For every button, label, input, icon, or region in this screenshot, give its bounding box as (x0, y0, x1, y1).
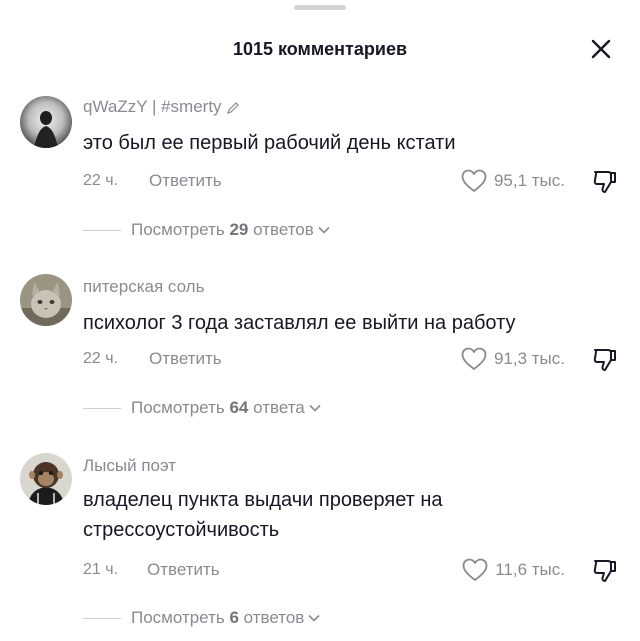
reply-button[interactable]: Ответить (149, 168, 222, 194)
comment-time: 21 ч. (83, 561, 119, 578)
comments-count: 1015 (232, 39, 273, 59)
heart-icon (461, 347, 487, 370)
comment-time: 22 ч. (83, 350, 119, 367)
comment-username[interactable]: питерская соль (83, 276, 204, 298)
view-replies-button[interactable]: Посмотреть 29 ответов (83, 218, 330, 242)
replies-divider (83, 229, 121, 231)
comment-text: владелец пункта выдачи проверяет на стре… (83, 489, 443, 541)
view-replies-button[interactable]: Посмотреть 64 ответа (83, 396, 321, 420)
replies-divider (83, 617, 121, 619)
like-count: 11,6 тыс. (495, 560, 565, 579)
dislike-button[interactable] (591, 346, 619, 374)
close-button[interactable] (588, 36, 614, 62)
comment-actions: 22 ч. Ответить 91,3 тыс. (83, 346, 623, 372)
heart-icon (462, 558, 488, 581)
dislike-icon (593, 349, 616, 371)
comment-username[interactable]: qWaZzY | #smerty (83, 96, 240, 118)
dislike-button[interactable] (591, 557, 619, 585)
heart-icon (461, 169, 487, 192)
reply-button[interactable]: Ответить (147, 557, 220, 583)
sheet-grabber[interactable] (294, 5, 346, 10)
view-replies-button[interactable]: Посмотреть 6 ответов (83, 606, 320, 630)
chevron-down-icon (308, 614, 320, 622)
comment-actions: 22 ч. Ответить 95,1 тыс. (83, 168, 623, 194)
replies-divider (83, 407, 121, 409)
comment-actions: 21 ч. Ответить 11,6 тыс. (83, 557, 623, 583)
chevron-down-icon (309, 404, 321, 412)
comment-time: 22 ч. (83, 172, 119, 189)
avatar[interactable] (20, 274, 72, 326)
chevron-down-icon (318, 226, 330, 234)
replies-count: 29 (229, 220, 249, 239)
dislike-icon (593, 171, 616, 193)
comments-label: комментариев (278, 39, 408, 59)
like-button[interactable]: 91,3 тыс. (460, 346, 565, 372)
like-count: 91,3 тыс. (493, 349, 565, 368)
comments-header: 1015 комментариев (0, 36, 640, 62)
like-button[interactable]: 11,6 тыс. (461, 557, 565, 583)
dislike-button[interactable] (591, 168, 619, 196)
replies-count: 6 (229, 608, 239, 627)
comment-username[interactable]: Лысый поэт (83, 455, 176, 477)
reply-button[interactable]: Ответить (149, 346, 222, 372)
avatar[interactable] (20, 453, 72, 505)
replies-count: 64 (229, 398, 249, 417)
avatar[interactable] (20, 96, 72, 148)
like-button[interactable]: 95,1 тыс. (460, 168, 565, 194)
comment-text: психолог 3 года заставлял ее выйти на ра… (83, 312, 516, 334)
comment-text: это был ее первый рабочий день кстати (83, 132, 456, 154)
comments-count-title: 1015 комментариев (0, 36, 640, 62)
like-count: 95,1 тыс. (493, 171, 565, 190)
close-icon (591, 39, 611, 59)
dislike-icon (593, 560, 616, 582)
pencil-icon (227, 101, 240, 114)
